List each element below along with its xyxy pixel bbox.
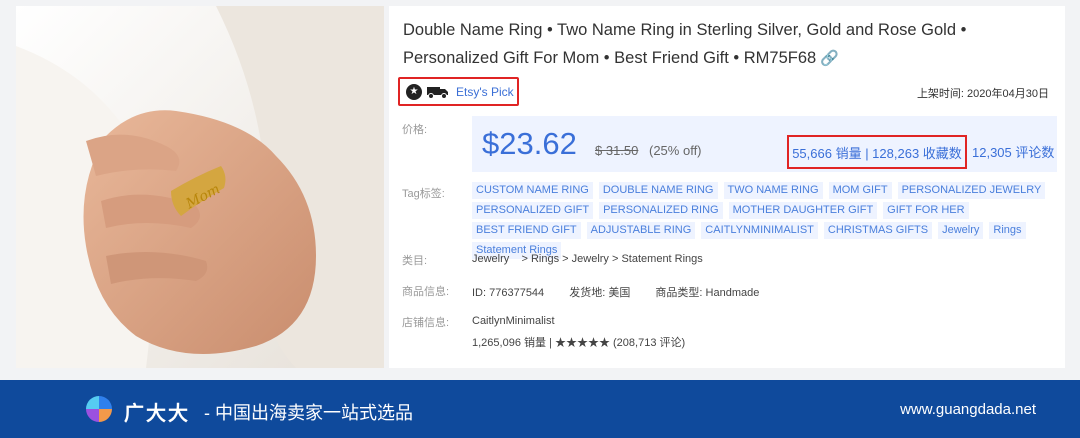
tag-item[interactable]: PERSONALIZED RING xyxy=(599,202,723,219)
tag-list: CUSTOM NAME RING DOUBLE NAME RING TWO NA… xyxy=(472,182,1062,259)
product-title-text[interactable]: Double Name Ring • Two Name Ring in Ster… xyxy=(403,21,966,67)
tag-item[interactable]: CHRISTMAS GIFTS xyxy=(823,222,933,239)
tag-item[interactable]: BEST FRIEND GIFT xyxy=(472,222,581,239)
product-info-label: 商品信息: xyxy=(402,286,450,298)
product-info: ID: 776377544 发货地: 美国 商品类型: Handmade xyxy=(472,284,781,300)
website-url[interactable]: www.guangdada.net xyxy=(900,401,1036,418)
product-image[interactable]: Mom xyxy=(16,6,384,368)
sales-favorites-stats[interactable]: 55,666 销量 | 128,263 收藏数 xyxy=(787,135,967,169)
etsy-pick-badge[interactable]: Etsy's Pick xyxy=(456,85,514,99)
tag-item[interactable]: GIFT FOR HER xyxy=(883,202,969,219)
tag-item[interactable]: Rings xyxy=(989,222,1026,239)
product-title[interactable]: Double Name Ring • Two Name Ring in Ster… xyxy=(403,16,1063,73)
price-panel: $23.62 $ 31.50 (25% off) 55,666 销量 | 128… xyxy=(472,116,1057,172)
tag-item[interactable]: DOUBLE NAME RING xyxy=(598,182,718,199)
tags-label: Tag标签: xyxy=(402,188,445,200)
price-label: 价格: xyxy=(402,124,428,136)
store-info-label: 店铺信息: xyxy=(402,317,450,329)
discount-percent: (25% off) xyxy=(649,143,702,158)
link-icon[interactable]: 🔗 xyxy=(820,45,839,73)
tag-item[interactable]: CAITLYNMINIMALIST xyxy=(701,222,818,239)
brand-name: 广大大 xyxy=(124,403,190,425)
product-card: Double Name Ring • Two Name Ring in Ster… xyxy=(389,6,1065,368)
tag-item[interactable]: PERSONALIZED GIFT xyxy=(472,202,594,219)
store-stats: 1,265,096 销量 | ★★★★★ (208,713 评论) xyxy=(472,337,686,349)
product-id: ID: 776377544 xyxy=(472,287,545,299)
tag-item[interactable]: ADJUSTABLE RING xyxy=(586,222,696,239)
category-label: 类目: xyxy=(402,255,428,267)
category-path[interactable]: Jewelry > Rings > Jewelry > Statement Ri… xyxy=(472,253,703,265)
store-name[interactable]: CaitlynMinimalist xyxy=(472,315,555,327)
tag-item[interactable]: Jewelry xyxy=(938,222,984,239)
footer-banner: 广大大 - 中国出海卖家一站式选品 www.guangdada.net xyxy=(0,380,1080,438)
shipping-truck-icon xyxy=(427,86,448,99)
tag-item[interactable]: MOTHER DAUGHTER GIFT xyxy=(728,202,878,219)
tag-item[interactable]: PERSONALIZED JEWELRY xyxy=(897,182,1046,199)
tag-item[interactable]: MOM GIFT xyxy=(828,182,892,199)
listed-date: 上架时间: 2020年04月30日 xyxy=(916,88,1049,100)
brand-slogan: - 中国出海卖家一站式选品 xyxy=(204,403,413,423)
tag-item[interactable]: CUSTOM NAME RING xyxy=(472,182,593,199)
badge-group: ★ Etsy's Pick xyxy=(398,77,519,106)
review-count[interactable]: 12,305 评论数 xyxy=(972,142,1054,161)
ship-from: 发货地: 美国 xyxy=(569,287,631,299)
star-badge-icon: ★ xyxy=(406,83,422,100)
current-price: $23.62 xyxy=(482,126,577,161)
product-type: 商品类型: Handmade xyxy=(655,287,760,299)
tag-item[interactable]: TWO NAME RING xyxy=(723,182,823,199)
brand-logo-icon xyxy=(86,396,112,422)
original-price: $ 31.50 xyxy=(595,143,639,158)
